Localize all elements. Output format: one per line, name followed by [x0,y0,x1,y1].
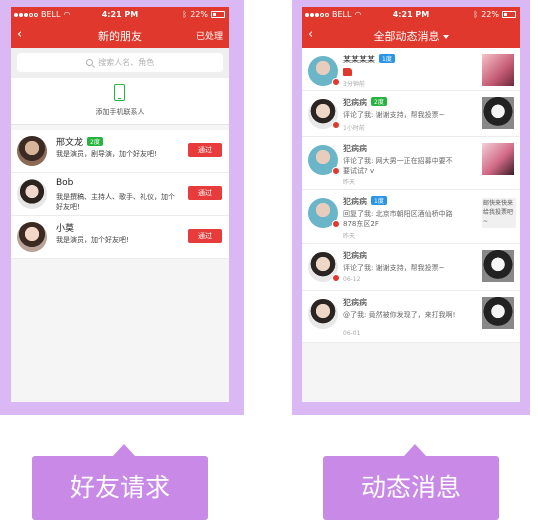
processed-button[interactable]: 已处理 [196,29,223,42]
friend-requests-tag: 好友请求 [32,456,208,520]
battery-icon [502,11,516,18]
request-message: 我是演员，加个好友吧! [56,236,129,244]
activity-filter-dropdown[interactable]: 全部动态消息 [302,28,520,44]
search-placeholder: 搜索人名、角色 [98,58,155,67]
list-item[interactable]: 犯病病 1度 回复了我: 北京市朝阳区酒仙桥中路878东区2F 昨天 邮快来快来给… [302,190,520,244]
feed-name: 犯病病 [343,298,367,307]
battery-percent: 22% [190,10,208,19]
feed-text: 评论了我: 网大男一正在招募中要不要试试? v [343,157,453,175]
phone-icon [114,84,125,101]
accept-button[interactable]: 通过 [188,186,222,200]
feed-text: @了我: 竟然被你发现了，来打我啊! [343,311,456,319]
like-icon [343,68,352,76]
post-text-preview[interactable]: 邮快来快来给我投票吧~ [482,198,516,228]
request-name: Bob [56,178,74,188]
bluetooth-icon: ᛒ [182,10,188,19]
list-item[interactable]: 犯病病 2度 评论了我: 谢谢支持，帮我投票~ 1小时前 [302,91,520,137]
feed-text: 评论了我: 谢谢支持，帮我投票~ [343,111,445,119]
list-item[interactable]: Bob 我是撰稿、主持人、歌手、礼仪，加个好友吧! 通过 [11,173,229,216]
list-item[interactable]: 某某某某 1度 3分钟前 [302,48,520,91]
request-name: 小莫 [56,224,75,234]
accept-button[interactable]: 通过 [188,229,222,243]
add-contacts-label: 添加手机联系人 [95,108,145,116]
battery-icon [211,11,225,18]
request-list: 邢文龙 2度 我是演员，剧导演，加个好友吧! 通过 Bob 我是撰稿、主持人、歌手… [11,130,229,259]
list-item[interactable]: 犯病病 评论了我: 网大男一正在招募中要不要试试? v 昨天 [302,137,520,190]
post-thumbnail[interactable] [482,143,514,175]
degree-badge: 1度 [371,196,387,205]
activity-feed: 某某某某 1度 3分钟前 犯病病 2度 评论了我: 谢谢支持，帮我投票~ 1小时前 … [302,48,520,343]
avatar[interactable] [17,179,47,209]
post-thumbnail[interactable] [482,97,514,129]
list-item[interactable]: 犯病病 评论了我: 谢谢支持，帮我投票~ 06-12 [302,244,520,291]
post-thumbnail[interactable] [482,297,514,329]
degree-badge: 2度 [371,97,387,106]
nav-bar: ‹ 新的朋友 已处理 [11,23,229,48]
post-thumbnail[interactable] [482,54,514,86]
caret-down-icon [442,35,449,39]
list-item[interactable]: 犯病病 @了我: 竟然被你发现了，来打我啊! 06-01 [302,291,520,343]
feed-time: 06-12 [343,276,361,283]
notification-dot [332,78,340,86]
activity-screen: BELL ◠ 4:21 PM ᛒ 22% ‹ 全部动态消息 某某某某 1度 3分… [302,7,520,402]
nav-bar: ‹ 全部动态消息 [302,23,520,48]
pointer-arrow [404,444,426,456]
feed-time: 06-01 [343,330,361,337]
list-item[interactable]: 小莫 我是演员，加个好友吧! 通过 [11,216,229,259]
accept-button[interactable]: 通过 [188,143,222,157]
top-bar: BELL ◠ 4:21 PM ᛒ 22% ‹ 新的朋友 已处理 [11,7,229,48]
feed-name: 犯病病 [343,144,367,153]
feed-time: 昨天 [343,179,356,186]
notification-dot [332,274,340,282]
feed-text: 回复了我: 北京市朝阳区酒仙桥中路878东区2F [343,210,453,228]
friend-requests-screen: BELL ◠ 4:21 PM ᛒ 22% ‹ 新的朋友 已处理 搜索人名、角色 [11,7,229,402]
battery-indicator: ᛒ 22% [473,10,516,19]
search-icon [85,59,93,66]
feed-name: 某某某某 1度 [343,54,395,65]
search-bar: 搜索人名、角色 [11,48,229,78]
notification-dot [332,220,340,228]
request-message: 我是撰稿、主持人、歌手、礼仪，加个好友吧! [56,193,175,211]
pointer-arrow [113,444,135,456]
bluetooth-icon: ᛒ [473,10,479,19]
notification-dot [332,167,340,175]
feed-time: 1小时前 [343,125,365,132]
feed-name: 犯病病 2度 [343,97,387,108]
request-name: 邢文龙 2度 [56,135,103,148]
avatar[interactable] [17,136,47,166]
notification-dot [332,121,340,129]
status-bar: BELL ◠ 4:21 PM ᛒ 22% [302,7,520,23]
degree-badge: 2度 [87,137,103,146]
list-item[interactable]: 邢文龙 2度 我是演员，剧导演，加个好友吧! 通过 [11,130,229,173]
phone-frame-activity: BELL ◠ 4:21 PM ᛒ 22% ‹ 全部动态消息 某某某某 1度 3分… [292,0,530,415]
phone-frame-friend-requests: BELL ◠ 4:21 PM ᛒ 22% ‹ 新的朋友 已处理 搜索人名、角色 [0,0,244,415]
status-bar: BELL ◠ 4:21 PM ᛒ 22% [11,7,229,23]
battery-indicator: ᛒ 22% [182,10,225,19]
search-input[interactable]: 搜索人名、角色 [17,53,223,72]
avatar[interactable] [17,222,47,252]
request-message: 我是演员，剧导演，加个好友吧! [56,150,157,158]
activity-messages-tag: 动态消息 [323,456,499,520]
degree-badge: 1度 [379,54,395,63]
feed-name: 犯病病 [343,251,367,260]
feed-time: 3分钟前 [343,81,365,88]
post-thumbnail[interactable] [482,250,514,282]
avatar[interactable] [308,299,338,329]
add-phone-contacts[interactable]: 添加手机联系人 [11,78,229,125]
feed-time: 昨天 [343,233,356,240]
feed-text: 评论了我: 谢谢支持，帮我投票~ [343,264,445,272]
battery-percent: 22% [481,10,499,19]
top-bar: BELL ◠ 4:21 PM ᛒ 22% ‹ 全部动态消息 [302,7,520,48]
feed-name: 犯病病 1度 [343,196,387,207]
